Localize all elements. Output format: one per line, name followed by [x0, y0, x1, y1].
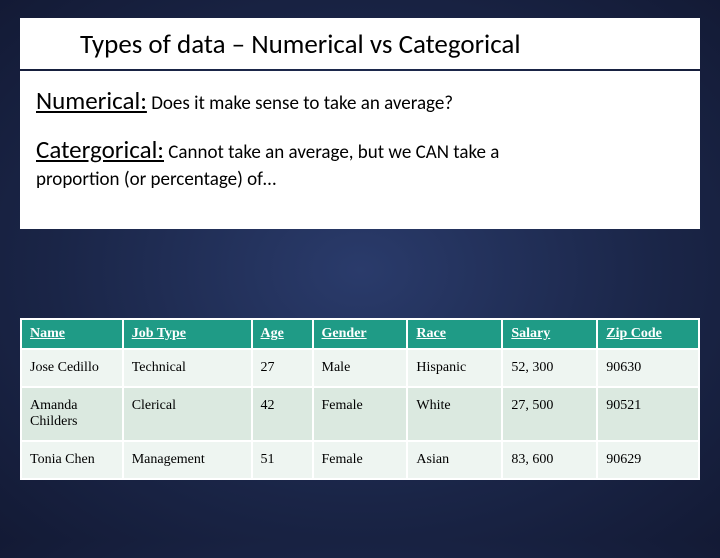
col-name: Name	[21, 319, 123, 349]
categorical-rest: Cannot take an average, but we CAN take …	[164, 141, 499, 164]
slide-title: Types of data – Numerical vs Categorical	[80, 28, 682, 61]
cell-name: Jose Cedillo	[21, 349, 123, 387]
cell-race: White	[407, 387, 502, 441]
data-table: Name Job Type Age Gender Race Salary Zip…	[20, 318, 700, 480]
table-header-row: Name Job Type Age Gender Race Salary Zip…	[21, 319, 699, 349]
cell-age: 27	[252, 349, 313, 387]
categorical-line: Catergorical: Cannot take an average, bu…	[36, 134, 684, 167]
cell-jobtype: Technical	[123, 349, 252, 387]
cell-name: Tonia Chen	[21, 441, 123, 479]
cell-salary: 83, 600	[502, 441, 597, 479]
slide: Types of data – Numerical vs Categorical…	[0, 18, 720, 558]
cell-age: 51	[252, 441, 313, 479]
col-zip: Zip Code	[597, 319, 699, 349]
cell-jobtype: Clerical	[123, 387, 252, 441]
col-jobtype: Job Type	[123, 319, 252, 349]
cell-race: Asian	[407, 441, 502, 479]
col-race: Race	[407, 319, 502, 349]
cell-race: Hispanic	[407, 349, 502, 387]
data-table-wrap: Name Job Type Age Gender Race Salary Zip…	[20, 318, 700, 480]
cell-salary: 27, 500	[502, 387, 597, 441]
col-salary: Salary	[502, 319, 597, 349]
cell-zip: 90521	[597, 387, 699, 441]
table-row: Jose Cedillo Technical 27 Male Hispanic …	[21, 349, 699, 387]
cell-salary: 52, 300	[502, 349, 597, 387]
cell-zip: 90630	[597, 349, 699, 387]
body-box: Numerical: Does it make sense to take an…	[20, 71, 700, 229]
table-row: Amanda Childers Clerical 42 Female White…	[21, 387, 699, 441]
title-box: Types of data – Numerical vs Categorical	[20, 18, 700, 69]
numerical-line: Numerical: Does it make sense to take an…	[36, 85, 684, 118]
numerical-rest: Does it make sense to take an average?	[147, 92, 453, 115]
cell-zip: 90629	[597, 441, 699, 479]
cell-jobtype: Management	[123, 441, 252, 479]
col-gender: Gender	[313, 319, 408, 349]
cell-gender: Male	[313, 349, 408, 387]
cell-gender: Female	[313, 441, 408, 479]
cell-name: Amanda Childers	[21, 387, 123, 441]
col-age: Age	[252, 319, 313, 349]
numerical-lead: Numerical:	[36, 85, 147, 116]
categorical-cont: proportion (or percentage) of…	[36, 168, 684, 193]
cell-age: 42	[252, 387, 313, 441]
cell-gender: Female	[313, 387, 408, 441]
table-row: Tonia Chen Management 51 Female Asian 83…	[21, 441, 699, 479]
categorical-lead: Catergorical:	[36, 134, 164, 165]
